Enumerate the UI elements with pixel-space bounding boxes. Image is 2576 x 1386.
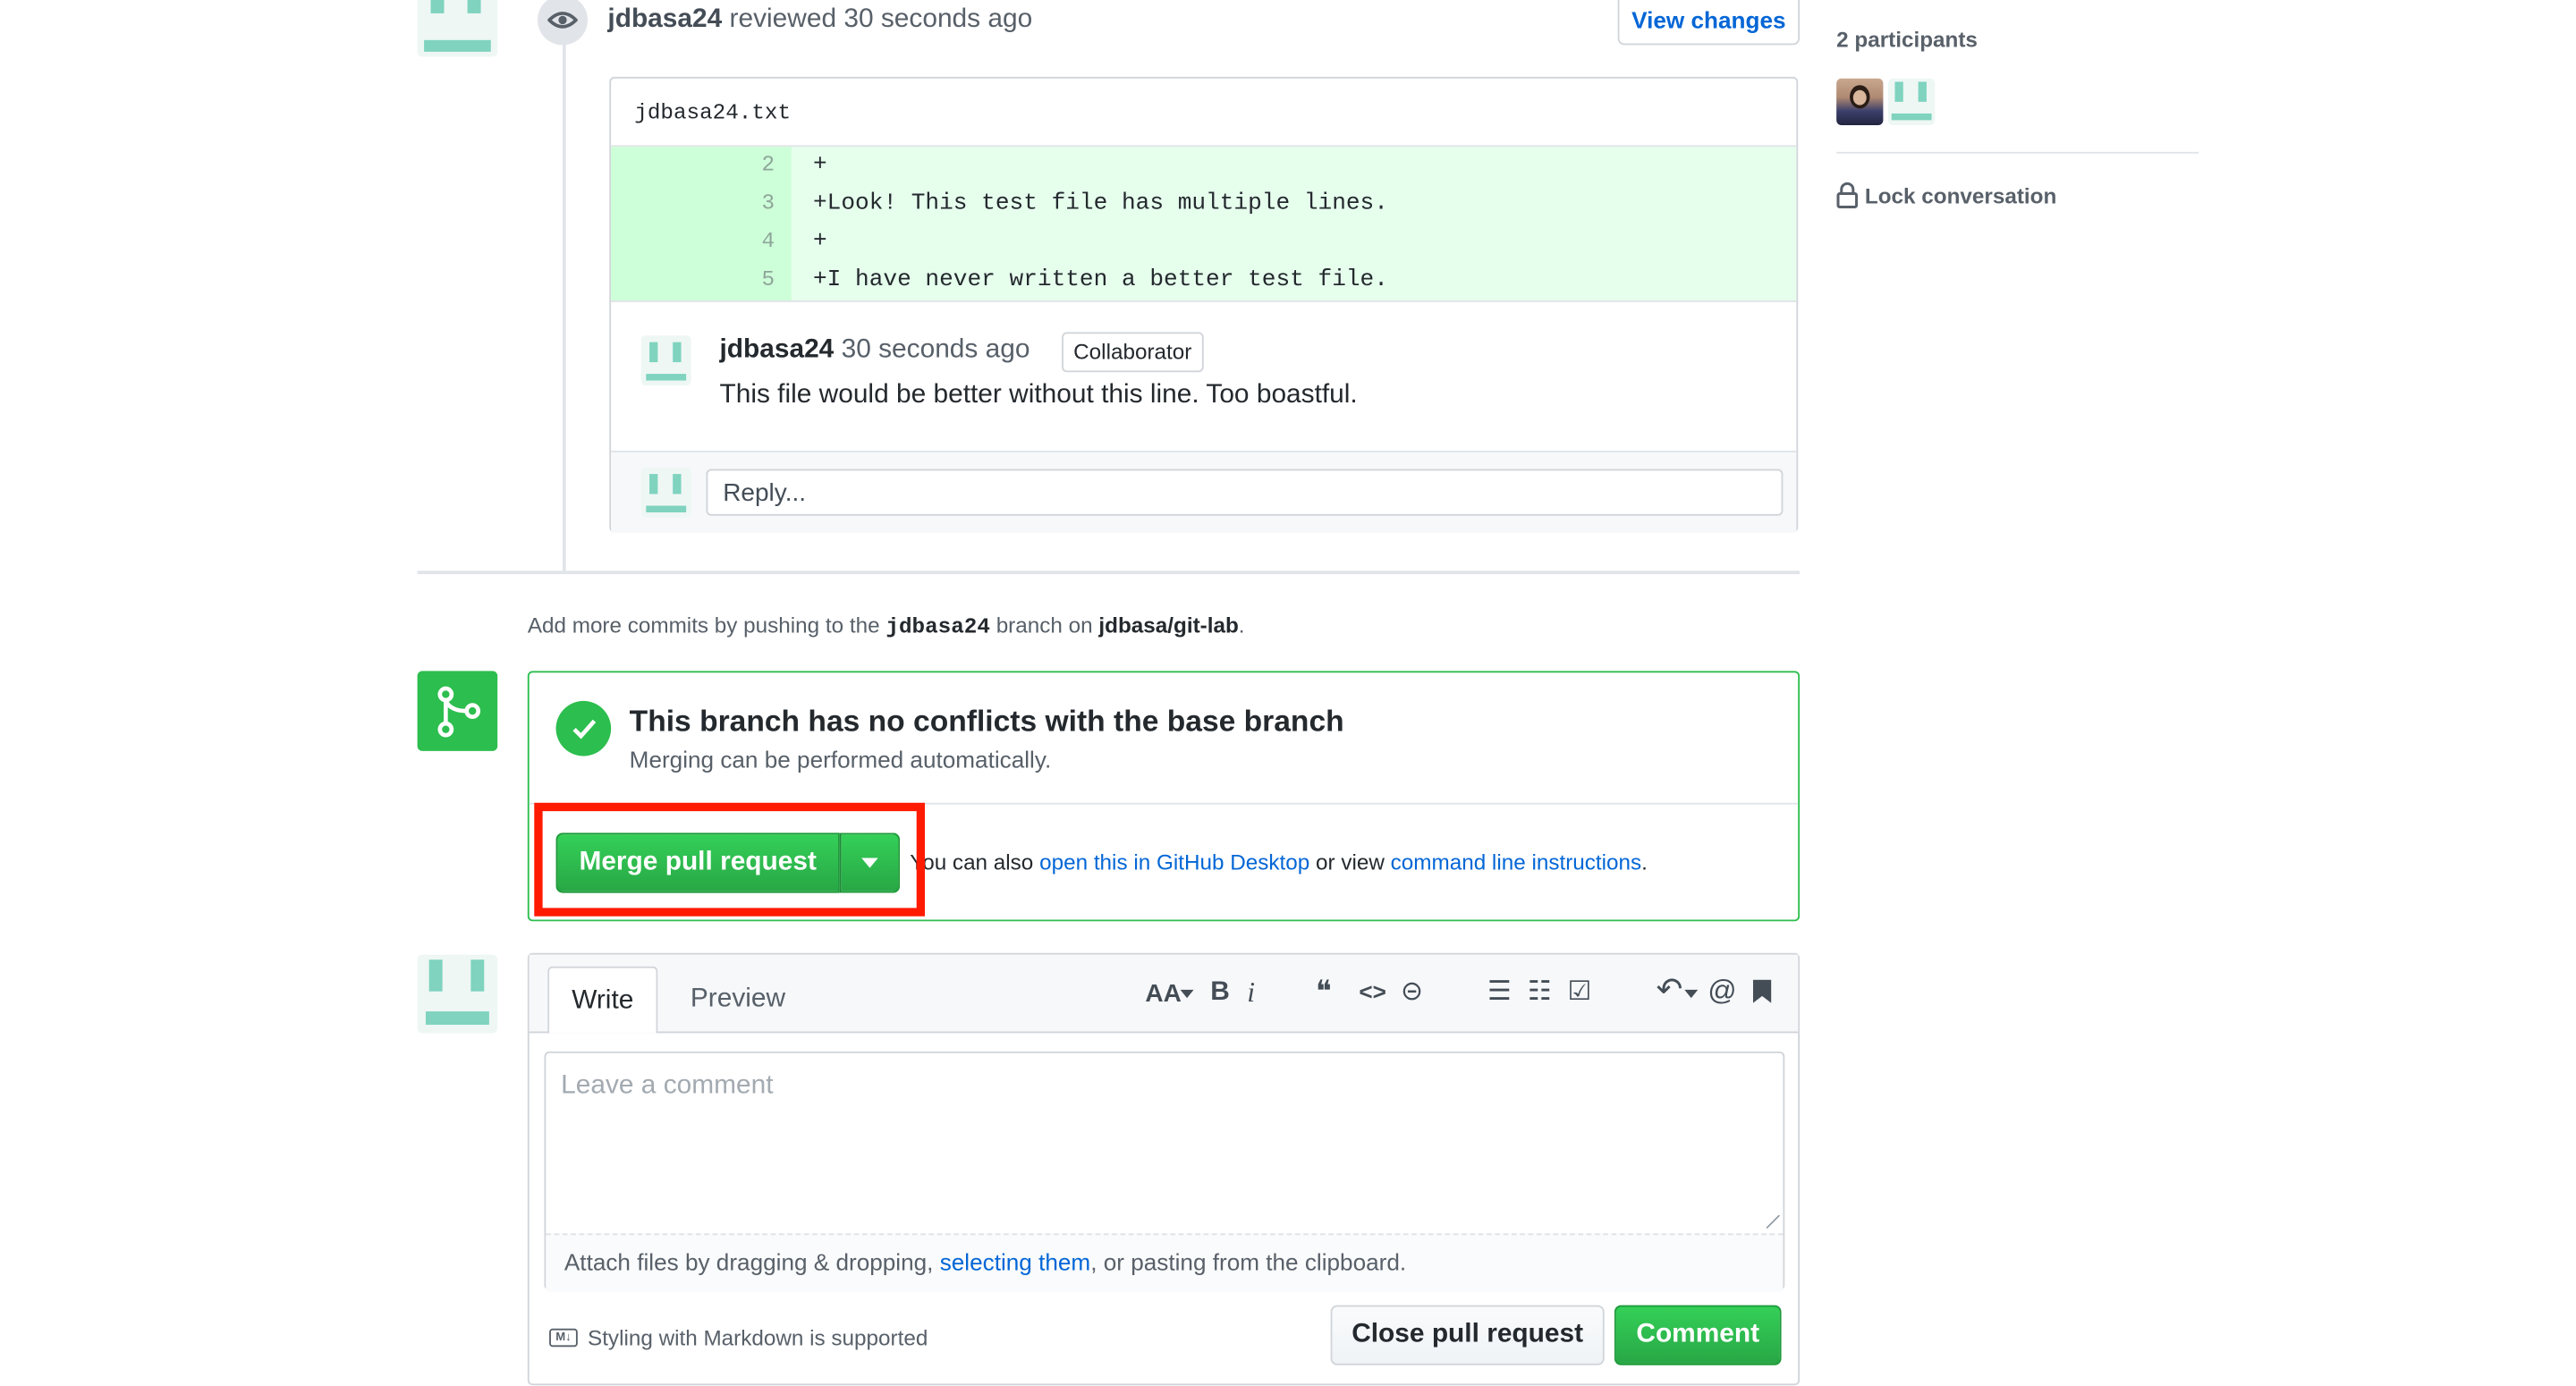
- attach-hint[interactable]: Attach files by dragging & dropping, sel…: [564, 1248, 1406, 1275]
- hint-suffix: .: [1238, 613, 1245, 638]
- comment-placeholder: Leave a comment: [561, 1071, 774, 1101]
- view-changes-label: View changes: [1631, 5, 1786, 33]
- view-changes-button[interactable]: View changes: [1617, 0, 1801, 46]
- close-pull-request-button[interactable]: Close pull request: [1330, 1305, 1605, 1365]
- current-user-avatar[interactable]: [417, 954, 498, 1034]
- file-name[interactable]: jdbasa24.txt: [634, 100, 791, 125]
- sidebar-divider: [1836, 151, 2199, 154]
- pull-request-page: jdbasa24 reviewed 30 seconds ago View ch…: [0, 0, 2576, 1386]
- comment-composer: Write Preview AA B i ❝ <> ⊝ ☰ ☷ ☑ ↶ @ Le…: [527, 952, 1801, 1386]
- attach-prefix: Attach files by dragging & dropping,: [564, 1248, 934, 1276]
- resize-handle-icon[interactable]: [1766, 1214, 1780, 1229]
- code-icon[interactable]: <>: [1359, 978, 1386, 1005]
- review-header: jdbasa24 reviewed 30 seconds ago: [607, 5, 1032, 36]
- repo-name[interactable]: jdbasa/git-lab: [1098, 613, 1238, 638]
- participant-avatar-photo[interactable]: [1836, 78, 1884, 125]
- comment-body: This file would be better without this l…: [719, 380, 1358, 410]
- comment-button-label: Comment: [1636, 1320, 1760, 1349]
- reply-caret-icon[interactable]: [1684, 989, 1699, 999]
- diff-line: 5 +I have never written a better test fi…: [611, 262, 1800, 300]
- markdown-icon: M↓: [549, 1328, 578, 1348]
- check-circle-icon: [555, 700, 612, 756]
- collaborator-badge: Collaborator: [1062, 332, 1204, 373]
- mention-icon[interactable]: @: [1707, 975, 1736, 1008]
- comment-time[interactable]: 30 seconds ago: [842, 335, 1030, 364]
- task-list-icon[interactable]: ☑: [1568, 975, 1592, 1008]
- reply-avatar: [640, 467, 691, 518]
- timeline-line: [563, 39, 566, 571]
- italic-icon[interactable]: i: [1247, 976, 1255, 1010]
- line-code: +Look! This test file has multiple lines…: [812, 190, 1388, 217]
- lock-icon: [1836, 182, 1859, 208]
- reply-placeholder: Reply...: [723, 478, 807, 508]
- tab-preview-label: Preview: [690, 985, 786, 1013]
- close-button-label: Close pull request: [1352, 1320, 1584, 1349]
- link-icon[interactable]: ⊝: [1401, 975, 1423, 1008]
- reply-input[interactable]: Reply...: [706, 469, 1784, 516]
- comment-author[interactable]: jdbasa24: [719, 335, 834, 364]
- line-number[interactable]: 5: [711, 267, 775, 292]
- reviewer-avatar[interactable]: [417, 0, 498, 57]
- diff-block: 2 + 3 +Look! This test file has multiple…: [611, 145, 1797, 302]
- open-in-desktop-link[interactable]: open this in GitHub Desktop: [1039, 849, 1309, 875]
- reply-row: Reply...: [611, 450, 1797, 533]
- text-size-icon[interactable]: AA: [1145, 980, 1181, 1009]
- eye-icon: [538, 0, 589, 46]
- participants-label: 2 participants: [1836, 26, 1978, 52]
- review-thread-box: jdbasa24.txt 2 + 3 +Look! This test file…: [609, 76, 1799, 533]
- markdown-note[interactable]: Styling with Markdown is supported: [588, 1325, 928, 1350]
- hint-middle: branch on: [996, 613, 1093, 638]
- attach-suffix: , or pasting from the clipboard.: [1090, 1248, 1407, 1276]
- line-number[interactable]: 3: [711, 190, 775, 216]
- bold-icon[interactable]: B: [1210, 978, 1230, 1009]
- hint-prefix: Add more commits by pushing to the: [527, 613, 880, 638]
- line-code: +: [812, 151, 827, 179]
- comment-meta: jdbasa24 30 seconds ago: [719, 335, 1030, 366]
- tab-write[interactable]: Write: [547, 966, 658, 1034]
- alt-prefix: You can also: [910, 849, 1034, 875]
- badge-label: Collaborator: [1073, 338, 1192, 364]
- line-code: +: [812, 228, 827, 256]
- tab-write-label: Write: [572, 985, 634, 1014]
- text-size-caret-icon[interactable]: [1180, 989, 1194, 999]
- tab-preview[interactable]: Preview: [673, 967, 803, 1034]
- comment-author-avatar[interactable]: [640, 335, 691, 386]
- review-action: reviewed 30 seconds ago: [729, 4, 1033, 34]
- alt-suffix: .: [1641, 849, 1648, 875]
- merge-alternatives: You can also open this in GitHub Desktop…: [910, 849, 1648, 875]
- timeline-divider: [417, 570, 1801, 575]
- comment-button[interactable]: Comment: [1614, 1305, 1782, 1365]
- merge-status-subtitle: Merging can be performed automatically.: [629, 746, 1052, 773]
- reply-icon[interactable]: ↶: [1657, 971, 1683, 1010]
- participant-avatar-identicon[interactable]: [1888, 78, 1936, 125]
- commits-hint: Add more commits by pushing to the jdbas…: [528, 613, 1245, 639]
- line-number[interactable]: 2: [711, 152, 775, 177]
- highlight-annotation: [534, 802, 926, 917]
- select-files-link[interactable]: selecting them: [940, 1248, 1091, 1275]
- numbered-list-icon[interactable]: ☷: [1528, 975, 1552, 1008]
- lock-conversation-link[interactable]: Lock conversation: [1836, 182, 2056, 208]
- lock-label: Lock conversation: [1864, 182, 2057, 208]
- reviewer-name[interactable]: jdbasa24: [607, 5, 722, 34]
- alt-middle: or view: [1316, 849, 1385, 875]
- diff-line: 2 +: [611, 147, 1800, 185]
- diff-line: 3 +Look! This test file has multiple lin…: [611, 185, 1800, 224]
- bullet-list-icon[interactable]: ☰: [1487, 975, 1512, 1008]
- merge-status-title: This branch has no conflicts with the ba…: [629, 704, 1344, 738]
- line-number[interactable]: 4: [711, 229, 775, 254]
- quote-icon[interactable]: ❝: [1316, 975, 1332, 1010]
- branch-name[interactable]: jdbasa24: [886, 614, 990, 639]
- command-line-instructions-link[interactable]: command line instructions: [1391, 849, 1642, 875]
- line-code: +I have never written a better test file…: [812, 266, 1388, 294]
- comment-textarea[interactable]: Leave a comment Attach files by dragging…: [544, 1051, 1785, 1292]
- git-merge-icon: [417, 671, 498, 751]
- diff-line: 4 +: [611, 224, 1800, 262]
